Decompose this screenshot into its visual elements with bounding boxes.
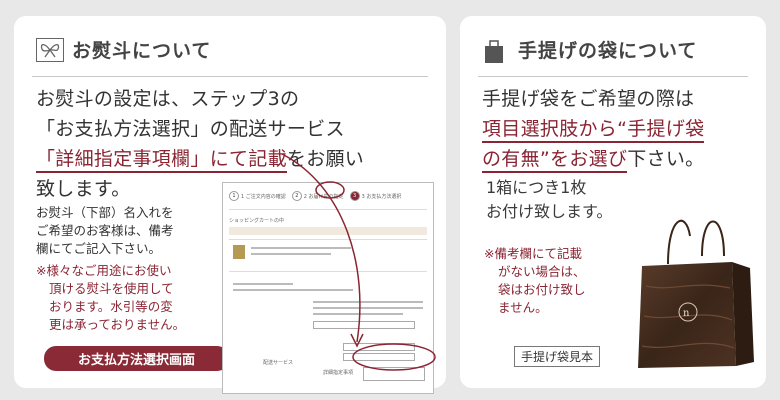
bag-panel: 手提げの袋について 手提げ袋をご希望の際は 項目選択肢から“手提げ袋 の有無”を… xyxy=(460,16,766,388)
noshi-panel: お熨斗について お熨斗の設定は、ステップ3の 「お支払方法選択」の配送サービス … xyxy=(14,16,446,394)
bag-heading: 手提げの袋について xyxy=(482,36,697,63)
highlight-arrow xyxy=(281,153,436,371)
bag-main-text: 手提げ袋をご希望の際は 項目選択肢から“手提げ袋 の有無”をお選び下さい。 xyxy=(482,84,705,174)
bag-sample-label: 手提げ袋見本 xyxy=(514,346,601,367)
svg-text:n: n xyxy=(683,308,690,319)
shopping-bag-image: n xyxy=(638,219,754,368)
bag-per-box: 1箱につき1枚 お付け致します。 xyxy=(486,178,613,221)
option-highlight: 項目選択肢から“手提げ袋 xyxy=(482,118,705,143)
shopping-bag-icon xyxy=(482,38,510,63)
bag-title: 手提げの袋について xyxy=(518,40,698,62)
bag-note: ※備考欄にて記載 がない場合は、 袋はお付け致し ません。 xyxy=(484,246,586,315)
divider xyxy=(478,76,748,77)
